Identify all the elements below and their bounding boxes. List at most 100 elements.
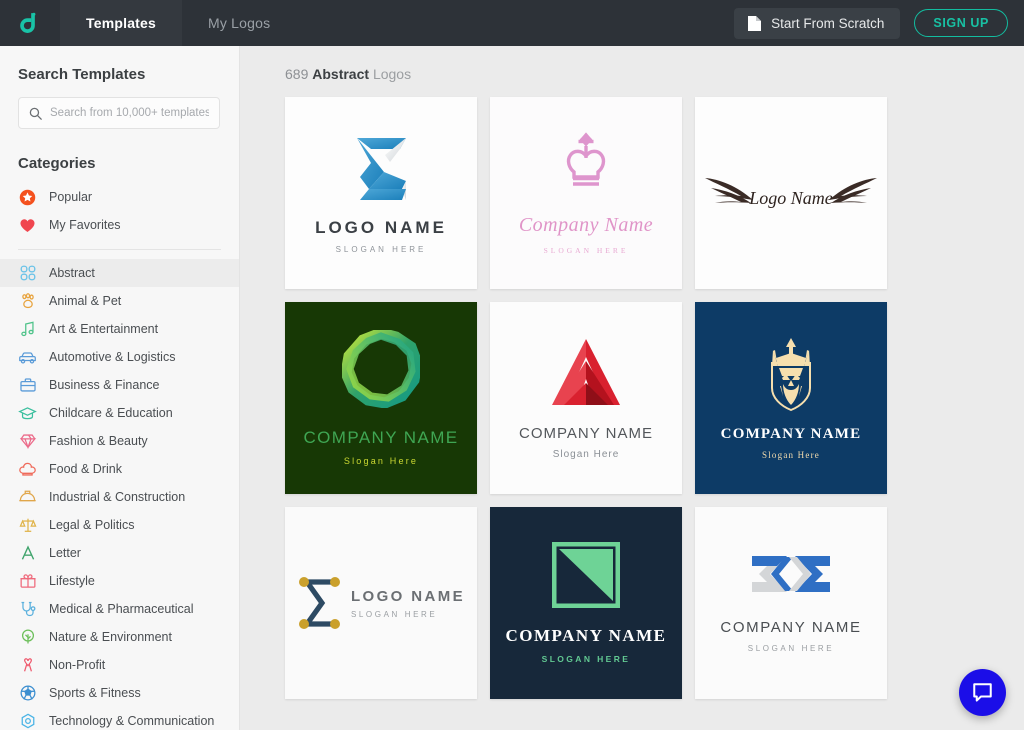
sidebar-item-animal-pet-label: Animal & Pet <box>49 294 122 308</box>
main-content: 689 Abstract Logos LOGO NAME SLOGAN HERE… <box>240 46 1024 730</box>
sidebar-item-lifestyle-label: Lifestyle <box>49 574 95 588</box>
sidebar-item-lifestyle[interactable]: Lifestyle <box>0 567 239 595</box>
sidebar-item-automotive-logistics[interactable]: Automotive & Logistics <box>0 343 239 371</box>
logo-name: COMPANY NAME <box>505 626 667 645</box>
sidebar-item-nature-environment-label: Nature & Environment <box>49 630 172 644</box>
template-card[interactable]: COMPANY NAME Slogan Here <box>285 302 477 494</box>
sidebar-item-legal-politics-label: Legal & Politics <box>49 518 135 532</box>
sidebar-item-my-favorites-label: My Favorites <box>49 218 121 232</box>
blue-infinity-icon <box>752 556 830 592</box>
results-suffix: Logos <box>372 66 412 82</box>
template-card[interactable]: COMPANY NAME Slogan Here <box>695 302 887 494</box>
template-card[interactable]: LOGO NAME SLOGAN HERE <box>285 507 477 699</box>
sidebar: Search Templates Categories <box>0 46 240 730</box>
topbar-actions: Start From Scratch SIGN UP <box>734 0 1024 46</box>
sidebar-item-animal-pet[interactable]: Animal & Pet <box>0 287 239 315</box>
top-navigation-bar: Templates My Logos Start From Scratch SI… <box>0 0 1024 46</box>
tab-templates[interactable]: Templates <box>60 0 183 46</box>
logo-name: Company Name <box>518 213 654 236</box>
brand-logo[interactable] <box>0 0 60 46</box>
logo-name: COMPANY NAME <box>720 426 862 442</box>
start-from-scratch-button[interactable]: Start From Scratch <box>734 7 901 39</box>
categories-heading: Categories <box>18 155 96 172</box>
document-icon <box>748 15 762 31</box>
template-card[interactable]: Logo Name <box>695 97 887 289</box>
logo-slogan: Slogan Here <box>762 450 820 460</box>
sidebar-item-sports-fitness[interactable]: Sports & Fitness <box>0 679 239 707</box>
sidebar-item-business-finance[interactable]: Business & Finance <box>0 371 239 399</box>
sidebar-item-food-drink[interactable]: Food & Drink <box>0 455 239 483</box>
sidebar-item-popular[interactable]: Popular <box>0 183 239 211</box>
logo-artwork <box>297 575 341 631</box>
sidebar-item-fashion-beauty[interactable]: Fashion & Beauty <box>0 427 239 455</box>
template-card[interactable]: COMPANY NAME SLOGAN HERE <box>695 507 887 699</box>
tab-my-logos-label: My Logos <box>208 15 271 31</box>
sidebar-item-business-finance-label: Business & Finance <box>49 378 160 392</box>
scales-icon <box>18 516 37 535</box>
logo-artwork: Logo Name <box>695 170 887 216</box>
stethoscope-icon <box>18 600 37 619</box>
briefcase-icon <box>18 376 37 395</box>
red-triangle-icon <box>552 338 620 405</box>
logo-name-text: Logo Name <box>748 188 833 208</box>
sidebar-item-automotive-logistics-label: Automotive & Logistics <box>49 350 176 364</box>
logo-name: COMPANY NAME <box>720 619 862 636</box>
logo-slogan: SLOGAN HERE <box>350 609 438 619</box>
app-root: Templates My Logos Start From Scratch SI… <box>0 0 1024 730</box>
logo-name: COMPANY NAME <box>303 428 459 447</box>
search-box[interactable] <box>18 97 220 129</box>
chat-button[interactable] <box>959 669 1006 716</box>
template-card[interactable]: COMPANY NAME Slogan Here <box>490 302 682 494</box>
results-header: 689 Abstract Logos <box>240 46 1024 82</box>
hard-hat-icon <box>18 488 37 507</box>
logo-slogan: SLOGAN HERE <box>335 245 427 254</box>
sidebar-item-food-drink-label: Food & Drink <box>49 462 122 476</box>
sidebar-item-letter[interactable]: Letter <box>0 539 239 567</box>
chef-hat-icon <box>18 460 37 479</box>
template-card[interactable]: COMPANY NAME SLOGAN HERE <box>490 507 682 699</box>
sidebar-item-abstract-label: Abstract <box>49 266 95 280</box>
hexagon-tech-icon <box>18 712 37 730</box>
heart-icon <box>18 216 37 235</box>
logo-slogan: Slogan Here <box>343 456 419 466</box>
sidebar-item-childcare-education[interactable]: Childcare & Education <box>0 399 239 427</box>
tab-my-logos[interactable]: My Logos <box>182 0 296 46</box>
sidebar-item-non-profit[interactable]: Non-Profit <box>0 651 239 679</box>
search-icon <box>29 107 42 120</box>
sidebar-item-legal-politics[interactable]: Legal & Politics <box>0 511 239 539</box>
sidebar-item-industrial-construction[interactable]: Industrial & Construction <box>0 483 239 511</box>
sidebar-item-technology-communication[interactable]: Technology & Communication <box>0 707 239 730</box>
search-templates-heading: Search Templates <box>18 66 146 83</box>
start-from-scratch-label: Start From Scratch <box>771 15 885 31</box>
diamond-icon <box>18 432 37 451</box>
king-shield-icon <box>771 338 811 412</box>
logo-artwork <box>342 330 420 408</box>
results-count: 689 <box>285 66 309 82</box>
sign-up-button[interactable]: SIGN UP <box>914 9 1008 37</box>
sidebar-item-childcare-education-label: Childcare & Education <box>49 406 173 420</box>
search-input[interactable] <box>50 107 209 119</box>
template-card[interactable]: LOGO NAME SLOGAN HERE <box>285 97 477 289</box>
car-icon <box>18 348 37 367</box>
wings-icon: Logo Name <box>705 178 877 208</box>
graduation-cap-icon <box>18 404 37 423</box>
sidebar-item-abstract[interactable]: Abstract <box>0 259 239 287</box>
sidebar-item-art-entertainment[interactable]: Art & Entertainment <box>0 315 239 343</box>
sidebar-item-non-profit-label: Non-Profit <box>49 658 106 672</box>
logo-slogan: SLOGAN HERE <box>543 245 629 255</box>
sidebar-item-my-favorites[interactable]: My Favorites <box>0 211 239 239</box>
sidebar-item-nature-environment[interactable]: Nature & Environment <box>0 623 239 651</box>
logo-artwork <box>759 336 823 412</box>
logo-name: LOGO NAME <box>350 587 466 605</box>
templates-grid: LOGO NAME SLOGAN HERE Company Name SLOGA… <box>240 82 1024 699</box>
green-square-icon <box>552 542 620 608</box>
logo-slogan: Slogan Here <box>552 448 620 460</box>
sidebar-item-letter-label: Letter <box>49 546 81 560</box>
paw-icon <box>18 292 37 311</box>
sidebar-item-medical-pharmaceutical[interactable]: Medical & Pharmaceutical <box>0 595 239 623</box>
sidebar-item-industrial-construction-label: Industrial & Construction <box>49 490 186 504</box>
logo-artwork <box>550 337 622 407</box>
letter-a-icon <box>18 544 37 563</box>
template-card[interactable]: Company Name SLOGAN HERE <box>490 97 682 289</box>
